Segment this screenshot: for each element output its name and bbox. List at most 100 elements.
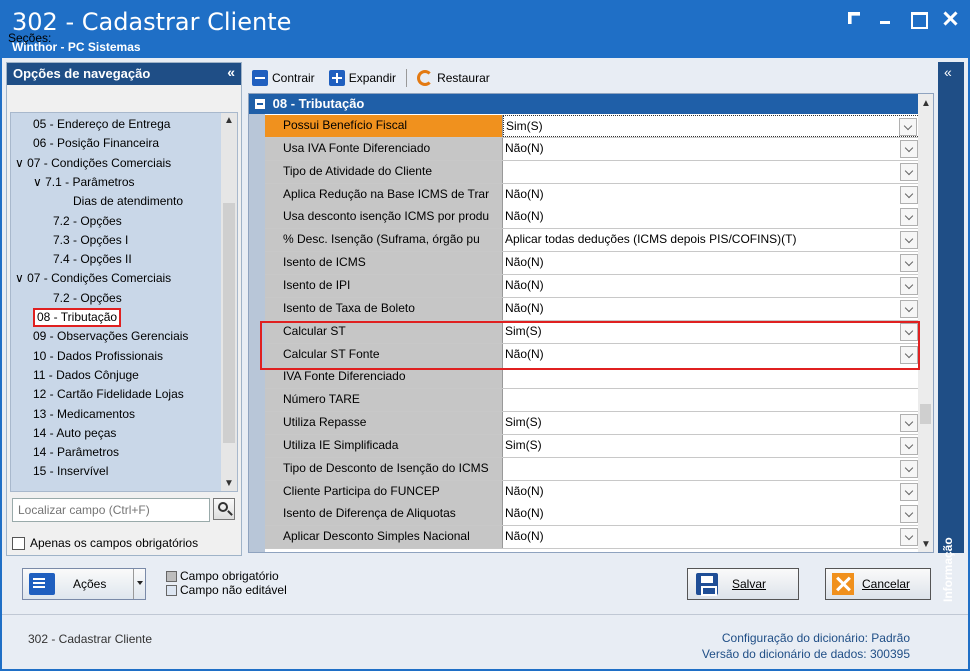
collapse-info-icon[interactable]: « bbox=[944, 64, 952, 80]
collapse-button[interactable]: Contrair bbox=[248, 70, 319, 86]
field-select[interactable]: Não(N) bbox=[503, 252, 920, 275]
field-select[interactable]: Não(N) bbox=[503, 297, 920, 320]
save-button[interactable]: Salvar bbox=[687, 568, 799, 600]
grid-row[interactable]: Usa IVA Fonte Diferenciado Não(N) bbox=[265, 137, 920, 161]
chevron-down-icon[interactable] bbox=[900, 482, 918, 501]
chevron-down-icon[interactable] bbox=[900, 208, 918, 227]
field-select[interactable]: Aplicar todas deduções (ICMS depois PIS/… bbox=[503, 229, 920, 252]
tree-item[interactable]: ∨ 07 - Condições Comerciais bbox=[15, 154, 171, 173]
restore-button[interactable]: Restaurar bbox=[413, 70, 494, 86]
chevron-down-icon[interactable] bbox=[900, 231, 918, 250]
field-input[interactable] bbox=[503, 389, 920, 412]
tree-item[interactable]: 10 - Dados Profissionais bbox=[33, 347, 163, 366]
information-tab[interactable]: « Informação bbox=[938, 62, 964, 602]
tree-item[interactable]: ∨ 7.1 - Parâmetros bbox=[33, 173, 135, 192]
tree-item[interactable]: 05 - Endereço de Entrega bbox=[33, 115, 170, 134]
grid-row[interactable]: Utiliza Repasse Sim(S) bbox=[265, 412, 920, 436]
grid-row[interactable]: Número TARE bbox=[265, 389, 920, 413]
grid-row[interactable]: Isento de ICMS Não(N) bbox=[265, 252, 920, 276]
grid-row[interactable]: % Desc. Isenção (Suframa, órgão pu Aplica… bbox=[265, 229, 920, 253]
tree-item[interactable]: 7.2 - Opções bbox=[53, 212, 122, 231]
grid-row[interactable]: Usa desconto isenção ICMS por produ Não(N… bbox=[265, 206, 920, 230]
grid-row[interactable]: Utiliza IE Simplificada Sim(S) bbox=[265, 434, 920, 458]
tree-item[interactable]: 7.3 - Opções I bbox=[53, 231, 128, 250]
search-button[interactable] bbox=[213, 498, 235, 520]
minimize-icon[interactable] bbox=[878, 10, 894, 26]
tree-item[interactable]: 7.4 - Opções II bbox=[53, 250, 132, 269]
field-select[interactable]: Não(N) bbox=[503, 480, 920, 503]
scroll-up-icon[interactable]: ▲ bbox=[224, 115, 234, 126]
field-select[interactable]: Sim(S) bbox=[503, 434, 920, 457]
cancel-button[interactable]: Cancelar bbox=[825, 568, 931, 600]
tree-item[interactable]: 14 - Parâmetros bbox=[33, 443, 119, 462]
tree-item[interactable]: ∨ 07 - Condições Comerciais bbox=[15, 269, 171, 288]
grid-row[interactable]: Isento de IPI Não(N) bbox=[265, 274, 920, 298]
grid-row[interactable]: Tipo de Atividade do Cliente bbox=[265, 160, 920, 184]
tree-item[interactable]: 15 - Inservível bbox=[33, 462, 108, 481]
tree-scrollbar[interactable]: ▲ ▼ bbox=[221, 113, 237, 491]
tree-item[interactable]: 7.2 - Opções bbox=[53, 289, 122, 308]
chevron-down-icon[interactable]: ∨ bbox=[15, 271, 27, 285]
chevron-down-icon[interactable] bbox=[900, 185, 918, 204]
tree-item[interactable]: 11 - Dados Cônjuge bbox=[33, 366, 139, 385]
chevron-down-icon[interactable] bbox=[900, 459, 918, 478]
tree-item[interactable]: 14 - Auto peças bbox=[33, 424, 116, 443]
grid-row[interactable]: Aplicar Desconto Simples Nacional Não(N) bbox=[265, 526, 920, 550]
tree-item[interactable]: 13 - Medicamentos bbox=[33, 405, 135, 424]
checkbox[interactable] bbox=[12, 536, 25, 550]
chevron-down-icon[interactable] bbox=[900, 162, 918, 181]
field-select[interactable]: Não(N) bbox=[503, 503, 920, 526]
group-header[interactable]: 08 - Tributação bbox=[249, 94, 920, 114]
chevron-down-icon[interactable] bbox=[900, 528, 918, 547]
actions-dropdown-icon[interactable] bbox=[133, 569, 145, 599]
nav-header: Opções de navegação « bbox=[7, 63, 241, 85]
grid-row[interactable]: Isento de Diferença de Aliquotas Não(N) bbox=[265, 503, 920, 527]
grid-row[interactable]: Aplica Redução na Base ICMS de Trar Não(N… bbox=[265, 183, 920, 207]
maximize-icon[interactable] bbox=[910, 10, 928, 29]
scroll-up-icon[interactable]: ▲ bbox=[921, 98, 931, 109]
scroll-down-icon[interactable]: ▼ bbox=[224, 478, 234, 489]
field-select[interactable] bbox=[503, 160, 920, 183]
required-only-checkbox[interactable]: Apenas os campos obrigatórios bbox=[12, 536, 198, 550]
chevron-down-icon[interactable]: ∨ bbox=[15, 156, 27, 170]
scroll-down-icon[interactable]: ▼ bbox=[921, 539, 931, 550]
restore-window-icon[interactable] bbox=[846, 10, 862, 26]
grid-row[interactable]: Isento de Taxa de Boleto Não(N) bbox=[265, 297, 920, 321]
field-select[interactable]: Não(N) bbox=[503, 206, 920, 229]
field-select[interactable]: Sim(S) bbox=[503, 115, 920, 137]
field-select[interactable]: Sim(S) bbox=[503, 412, 920, 435]
tree-scroll-thumb[interactable] bbox=[223, 203, 235, 443]
sections-tree[interactable]: 05 - Endereço de Entrega 06 - Posição Fin… bbox=[10, 112, 238, 492]
required-only-label: Apenas os campos obrigatórios bbox=[30, 536, 199, 550]
grid-row[interactable]: Cliente Participa do FUNCEP Não(N) bbox=[265, 480, 920, 504]
chevron-down-icon[interactable] bbox=[900, 139, 918, 158]
grid-row[interactable]: Possui Benefício Fiscal Sim(S) bbox=[265, 115, 920, 138]
expand-button[interactable]: Expandir bbox=[325, 70, 400, 86]
grid-scroll-thumb[interactable] bbox=[920, 404, 931, 424]
group-collapse-icon[interactable] bbox=[255, 99, 265, 109]
field-select[interactable]: Não(N) bbox=[503, 274, 920, 297]
field-select[interactable]: Não(N) bbox=[503, 137, 920, 160]
close-icon[interactable] bbox=[942, 10, 958, 26]
chevron-down-icon[interactable] bbox=[900, 436, 918, 455]
field-select[interactable] bbox=[503, 457, 920, 480]
collapse-nav-icon[interactable]: « bbox=[227, 64, 235, 80]
chevron-down-icon[interactable] bbox=[899, 118, 917, 136]
grid-scrollbar[interactable]: ▲ ▼ bbox=[918, 94, 933, 552]
chevron-down-icon[interactable]: ∨ bbox=[33, 175, 45, 189]
field-select[interactable]: Não(N) bbox=[503, 183, 920, 206]
tree-item[interactable]: 06 - Posição Financeira bbox=[33, 134, 159, 153]
tree-item[interactable]: 12 - Cartão Fidelidade Lojas bbox=[33, 385, 184, 404]
tree-item[interactable]: Dias de atendimento bbox=[73, 192, 183, 211]
search-field-input[interactable] bbox=[12, 498, 210, 522]
chevron-down-icon[interactable] bbox=[900, 254, 918, 273]
tree-item[interactable]: 08 - Tributação bbox=[33, 308, 122, 327]
chevron-down-icon[interactable] bbox=[900, 505, 918, 524]
grid-row[interactable]: Tipo de Desconto de Isenção do ICMS bbox=[265, 457, 920, 481]
chevron-down-icon[interactable] bbox=[900, 299, 918, 318]
actions-button[interactable]: Ações bbox=[22, 568, 146, 600]
tree-item[interactable]: 09 - Observações Gerenciais bbox=[33, 327, 188, 346]
field-select[interactable]: Não(N) bbox=[503, 526, 920, 549]
chevron-down-icon[interactable] bbox=[900, 414, 918, 433]
chevron-down-icon[interactable] bbox=[900, 276, 918, 295]
